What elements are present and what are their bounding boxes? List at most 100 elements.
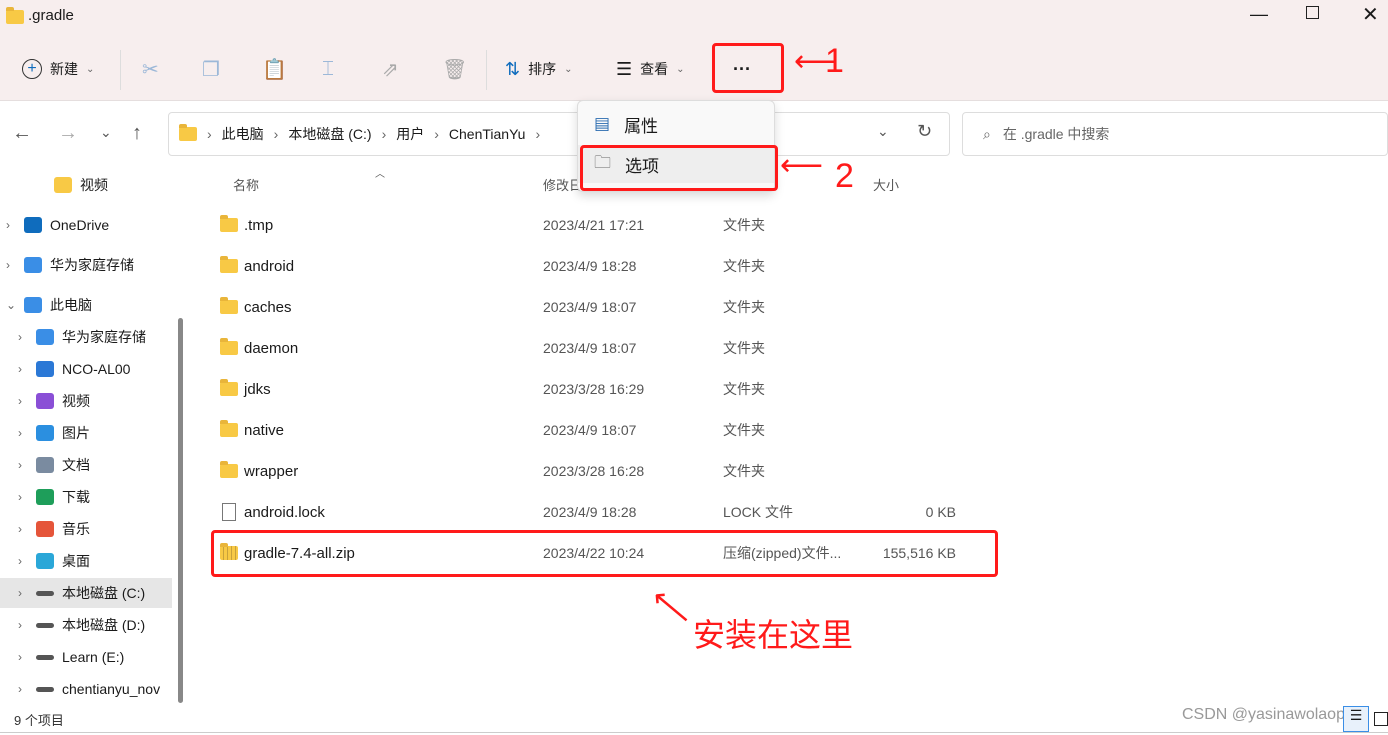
view-button[interactable]: ☰ 查看 ⌄: [616, 54, 685, 84]
file-type: 文件夹: [723, 217, 765, 233]
chevron-down-icon[interactable]: ⌄: [6, 298, 16, 312]
file-row[interactable]: .tmp 2023/4/21 17:21 文件夹: [210, 206, 970, 244]
annotation-box-zip: [211, 530, 998, 577]
address-bar[interactable]: › 此电脑 › 本地磁盘 (C:) › 用户 › ChenTianYu › ⌄ ↻: [168, 112, 950, 156]
sidebar-item[interactable]: › 桌面: [0, 546, 172, 576]
column-header-size[interactable]: 大小: [873, 175, 899, 194]
chevron-right-icon[interactable]: ›: [18, 362, 28, 376]
chevron-right-icon[interactable]: ›: [18, 394, 28, 408]
annotation-step-2: 2: [835, 157, 854, 195]
toolbar: + 新建 ⌄ ✂ ❐ 📋 ⌶ ⇗ 🗑 ⇅ 排序 ⌄ ☰ 查看 ⌄ ···: [0, 40, 1388, 101]
download-icon: [36, 489, 54, 505]
details-view-button[interactable]: ☰: [1343, 706, 1369, 732]
search-box[interactable]: ⌕ 在 .gradle 中搜索: [962, 112, 1388, 156]
annotation-arrow: ⟵: [644, 581, 699, 634]
file-row[interactable]: caches 2023/4/9 18:07 文件夹: [210, 288, 970, 326]
chevron-right-icon[interactable]: ›: [6, 258, 16, 272]
menu-item-properties[interactable]: ▤ 属性: [578, 105, 774, 143]
breadcrumb-item[interactable]: ChenTianYu: [449, 126, 526, 142]
chevron-right-icon[interactable]: ›: [18, 522, 28, 536]
share-icon[interactable]: ⇗: [382, 54, 399, 84]
minimize-button[interactable]: —: [1250, 4, 1268, 25]
sidebar-item[interactable]: › 下载: [0, 482, 172, 512]
up-button[interactable]: ↑: [132, 122, 142, 145]
rename-icon[interactable]: ⌶: [322, 54, 334, 84]
desktop-icon: [36, 553, 54, 569]
sidebar-item-label: 本地磁盘 (D:): [62, 617, 146, 633]
sidebar-item-label: 华为家庭存储: [62, 329, 146, 345]
chevron-right-icon[interactable]: ›: [18, 586, 28, 600]
sidebar-item-label: 华为家庭存储: [50, 257, 134, 273]
file-name: android: [244, 257, 295, 275]
file-row[interactable]: android.lock 2023/4/9 18:28 LOCK 文件 0 KB: [210, 493, 970, 531]
forward-button[interactable]: →: [58, 122, 78, 145]
sidebar-item[interactable]: 视频: [0, 170, 172, 200]
sidebar-item-label: chentianyu_nov: [62, 681, 161, 697]
back-button[interactable]: ←: [12, 122, 32, 145]
status-item-count: 9 个项目: [14, 713, 64, 728]
folder-icon: [220, 379, 238, 396]
chevron-right-icon[interactable]: ›: [18, 426, 28, 440]
divider: [120, 50, 121, 90]
divider: [0, 732, 1388, 733]
chevron-right-icon[interactable]: ›: [18, 618, 28, 632]
paste-icon[interactable]: 📋: [262, 54, 287, 84]
sidebar-item[interactable]: ⌄ 此电脑: [0, 290, 172, 320]
recent-locations-button[interactable]: ⌄: [100, 124, 112, 141]
sort-button[interactable]: ⇅ 排序 ⌄: [505, 54, 572, 84]
file-row[interactable]: daemon 2023/4/9 18:07 文件夹: [210, 329, 970, 367]
tiles-view-button[interactable]: [1374, 712, 1388, 726]
sidebar-item[interactable]: › chentianyu_nov: [0, 674, 172, 704]
file-date: 2023/4/9 18:28: [543, 258, 637, 274]
chevron-right-icon[interactable]: ›: [6, 218, 16, 232]
sidebar-item[interactable]: › Learn (E:): [0, 642, 172, 672]
folder-icon: [179, 124, 197, 141]
delete-icon[interactable]: 🗑: [442, 54, 467, 84]
cut-icon[interactable]: ✂: [142, 54, 159, 84]
sidebar-item[interactable]: › 视频: [0, 386, 172, 416]
maximize-button[interactable]: [1306, 6, 1319, 19]
breadcrumb-item[interactable]: 用户: [396, 124, 424, 144]
sidebar-item[interactable]: › 文档: [0, 450, 172, 480]
divider: [486, 50, 487, 90]
sidebar-item[interactable]: › 华为家庭存储: [0, 250, 172, 280]
sidebar-item-label: 此电脑: [50, 297, 92, 313]
chevron-down-icon: ⌄: [564, 63, 573, 75]
column-header-name[interactable]: 名称: [233, 175, 259, 194]
close-button[interactable]: ✕: [1362, 2, 1379, 27]
sidebar-item[interactable]: › 华为家庭存储: [0, 322, 172, 352]
file-row[interactable]: wrapper 2023/3/28 16:28 文件夹: [210, 452, 970, 490]
chevron-right-icon[interactable]: ›: [18, 458, 28, 472]
sidebar-item[interactable]: › 音乐: [0, 514, 172, 544]
chevron-right-icon[interactable]: ›: [18, 490, 28, 504]
chevron-right-icon[interactable]: ›: [18, 554, 28, 568]
chevron-right-icon[interactable]: ›: [18, 682, 28, 696]
breadcrumb-item[interactable]: 本地磁盘 (C:): [288, 124, 371, 144]
navigation-pane: 视频 › OneDrive › 华为家庭存储 ⌄ 此电脑 › 华为家庭存储 › NCO-AL00 › 视…: [0, 165, 190, 705]
file-name: wrapper: [244, 462, 299, 480]
breadcrumb-item[interactable]: 此电脑: [222, 124, 264, 144]
drive-icon: [36, 622, 54, 628]
sidebar-item[interactable]: › 本地磁盘 (C:): [0, 578, 172, 608]
file-type: 文件夹: [723, 381, 765, 397]
file-row[interactable]: jdks 2023/3/28 16:29 文件夹: [210, 370, 970, 408]
refresh-icon[interactable]: ↻: [917, 121, 932, 142]
sidebar-item[interactable]: › OneDrive: [0, 210, 172, 240]
copy-icon[interactable]: ❐: [202, 54, 220, 84]
chevron-right-icon[interactable]: ›: [18, 650, 28, 664]
sidebar-item[interactable]: › 图片: [0, 418, 172, 448]
menu-label: 属性: [624, 116, 659, 136]
sidebar-scrollbar[interactable]: [178, 318, 183, 703]
file-date: 2023/4/9 18:28: [543, 504, 637, 520]
sidebar-item[interactable]: › 本地磁盘 (D:): [0, 610, 172, 640]
file-row[interactable]: native 2023/4/9 18:07 文件夹: [210, 411, 970, 449]
sidebar-item[interactable]: › NCO-AL00: [0, 354, 172, 384]
address-dropdown-icon[interactable]: ⌄: [877, 123, 889, 140]
search-input[interactable]: 在 .gradle 中搜索: [1003, 124, 1110, 144]
view-label: 查看: [640, 61, 669, 77]
new-button[interactable]: + 新建 ⌄: [22, 54, 94, 84]
file-row[interactable]: android 2023/4/9 18:28 文件夹: [210, 247, 970, 285]
chevron-right-icon[interactable]: ›: [18, 330, 28, 344]
file-date: 2023/4/9 18:07: [543, 340, 637, 356]
file-type: 文件夹: [723, 340, 765, 356]
